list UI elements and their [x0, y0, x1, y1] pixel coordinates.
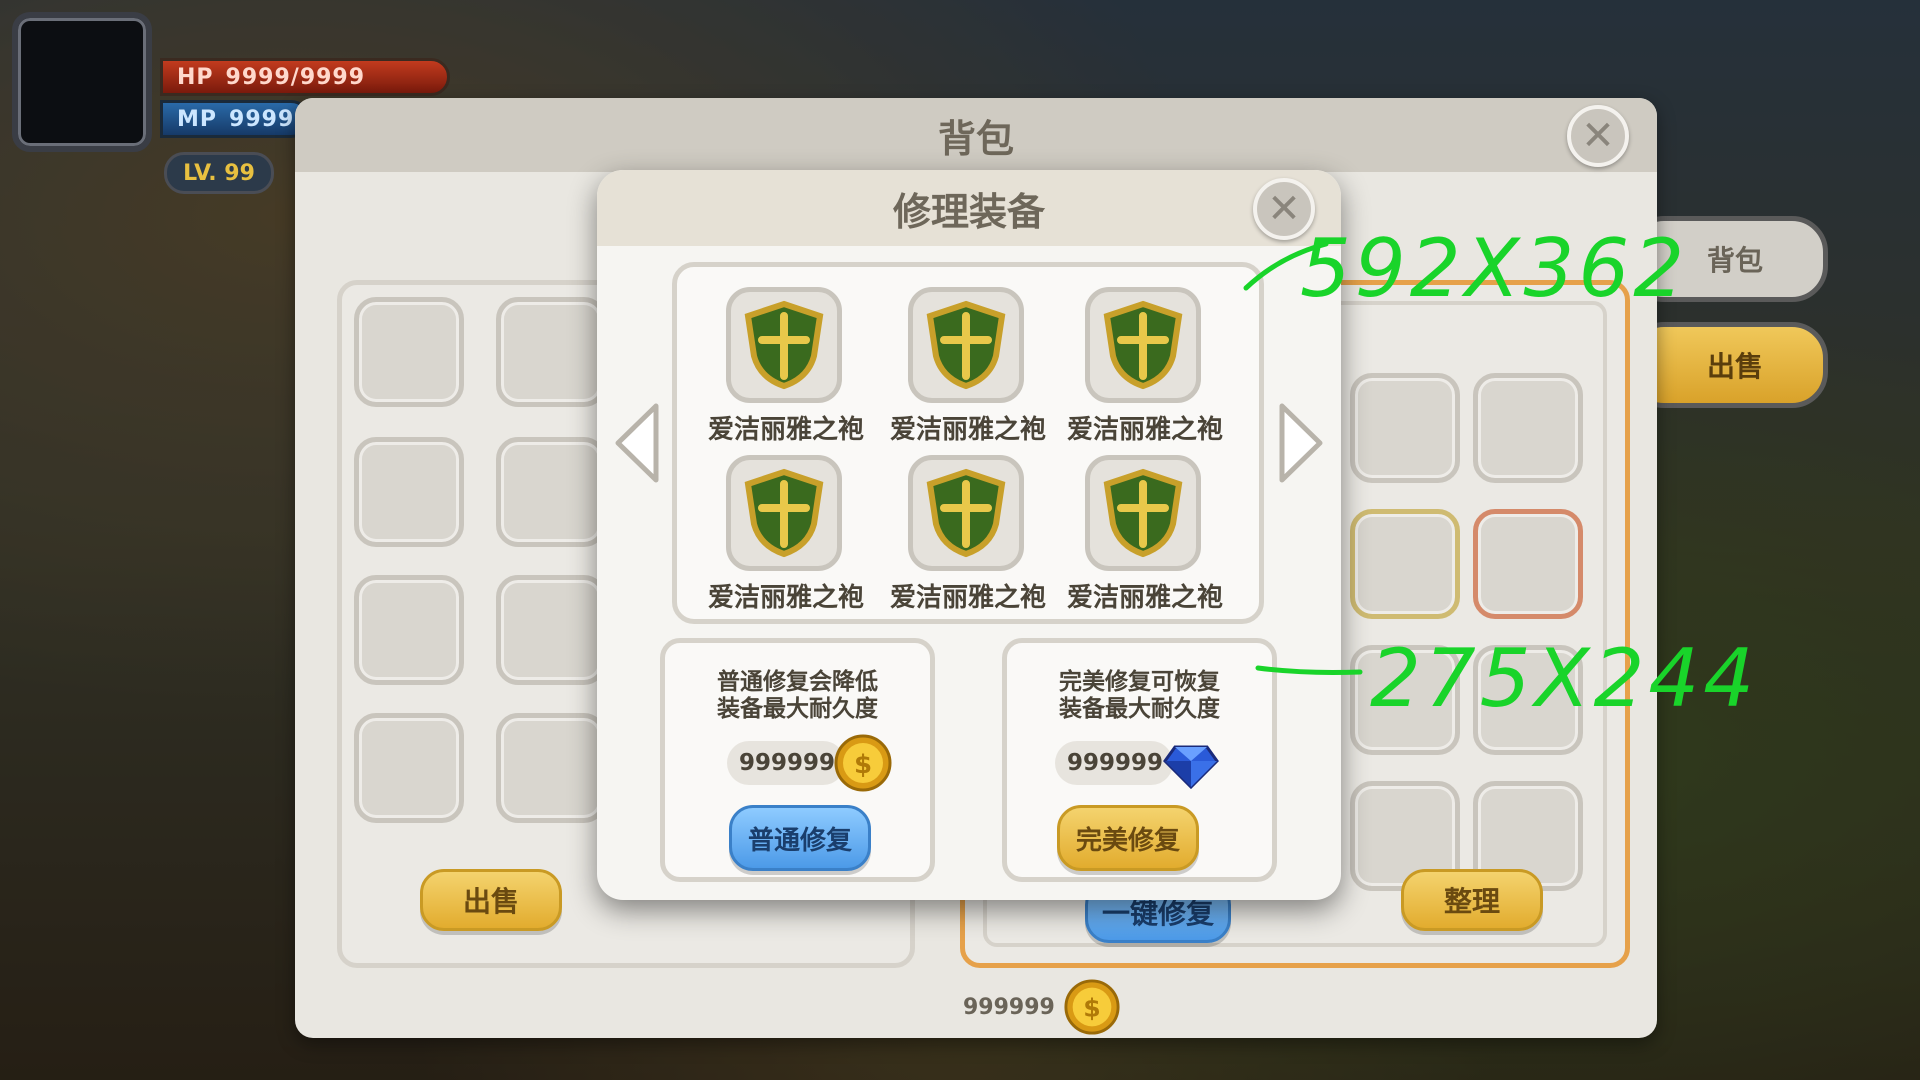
normal-repair-cost: 999999 [727, 741, 845, 785]
normal-repair-desc-line1: 普通修复会降低 [717, 669, 878, 695]
sell-button[interactable]: 出售 [420, 869, 562, 931]
perfect-repair-desc-line2: 装备最大耐久度 [1059, 696, 1220, 722]
inventory-slot[interactable] [496, 713, 606, 823]
inventory-slot[interactable] [1473, 509, 1583, 619]
card-size-annotation: 275X244 [1370, 632, 1759, 725]
backpack-title: 背包 [295, 98, 1657, 172]
perfect-repair-button[interactable]: 完美修复 [1057, 805, 1199, 871]
inventory-slot[interactable] [496, 297, 606, 407]
annotation-stroke-icon [1255, 665, 1363, 675]
inventory-slot[interactable] [496, 575, 606, 685]
next-page-button[interactable] [1271, 395, 1331, 491]
inventory-slot[interactable] [1350, 509, 1460, 619]
equipment-item[interactable]: 爱洁丽雅之袍 [1060, 287, 1230, 447]
equipment-item[interactable]: 爱洁丽雅之袍 [1060, 455, 1230, 615]
equipment-slot [1085, 287, 1201, 403]
level-badge: LV. 99 [164, 152, 274, 194]
equipment-slot [908, 287, 1024, 403]
repair-dialog: 修理装备 ✕ 爱洁丽雅之袍 爱洁丽雅之袍 爱洁丽雅之袍 爱洁丽雅之袍 爱洁丽雅之… [597, 170, 1341, 900]
equipment-slot [908, 455, 1024, 571]
diamond-icon [1163, 745, 1219, 790]
shield-icon [1103, 468, 1183, 558]
mp-bar: MP 9999 [160, 100, 310, 138]
mp-value: 9999 [229, 106, 295, 132]
normal-repair-button[interactable]: 普通修复 [729, 805, 871, 871]
equipment-slot [726, 287, 842, 403]
equipment-name: 爱洁丽雅之袍 [707, 415, 864, 445]
equipment-slot [1085, 455, 1201, 571]
perfect-repair-card: 完美修复可恢复 装备最大耐久度 999999 完美修复 [1002, 638, 1277, 882]
inventory-slot[interactable] [354, 575, 464, 685]
tab-sell[interactable]: 出售 [1628, 322, 1828, 408]
equipment-name: 爱洁丽雅之袍 [707, 583, 864, 613]
shield-icon [1103, 300, 1183, 390]
backpack-coin-amount: 999999 [963, 994, 1055, 1020]
equipment-name: 爱洁丽雅之袍 [889, 415, 1046, 445]
inventory-slot[interactable] [354, 437, 464, 547]
svg-text:$: $ [854, 750, 872, 780]
arrow-left-icon [615, 403, 659, 483]
inventory-slot[interactable] [1350, 373, 1460, 483]
player-portrait[interactable] [12, 12, 152, 152]
equipment-name: 爱洁丽雅之袍 [1066, 583, 1223, 613]
close-icon: ✕ [1581, 113, 1615, 159]
inventory-slot[interactable] [1473, 373, 1583, 483]
backpack-coin-row: 999999 $ [963, 978, 1121, 1036]
shield-icon [926, 468, 1006, 558]
mp-label: MP [177, 106, 218, 132]
arrow-right-icon [1279, 403, 1323, 483]
hp-label: HP [177, 64, 214, 90]
normal-repair-card: 普通修复会降低 装备最大耐久度 999999 $ 普通修复 [660, 638, 935, 882]
coin-icon: $ [834, 734, 892, 792]
shield-icon [744, 468, 824, 558]
equipment-name: 爱洁丽雅之袍 [889, 583, 1046, 613]
perfect-repair-description: 完美修复可恢复 装备最大耐久度 [1007, 669, 1272, 723]
shield-icon [926, 300, 1006, 390]
close-icon: ✕ [1267, 186, 1301, 232]
equipment-slot [726, 455, 842, 571]
equipment-item[interactable]: 爱洁丽雅之袍 [701, 455, 871, 615]
svg-text:$: $ [1083, 994, 1100, 1023]
equipment-name: 爱洁丽雅之袍 [1066, 415, 1223, 445]
repair-dialog-title: 修理装备 [597, 170, 1341, 246]
sort-button[interactable]: 整理 [1401, 869, 1543, 931]
inventory-slot[interactable] [354, 713, 464, 823]
coin-icon: $ [1064, 979, 1120, 1035]
inventory-slot[interactable] [496, 437, 606, 547]
perfect-repair-cost: 999999 [1055, 741, 1173, 785]
equipment-item[interactable]: 爱洁丽雅之袍 [883, 455, 1053, 615]
normal-repair-desc-line2: 装备最大耐久度 [717, 696, 878, 722]
shield-icon [744, 300, 824, 390]
hp-bar: HP 9999/9999 [160, 58, 450, 96]
equipment-item[interactable]: 爱洁丽雅之袍 [701, 287, 871, 447]
inventory-slot[interactable] [354, 297, 464, 407]
perfect-repair-desc-line1: 完美修复可恢复 [1059, 669, 1220, 695]
backpack-close-button[interactable]: ✕ [1567, 105, 1629, 167]
repair-equipment-list: 爱洁丽雅之袍 爱洁丽雅之袍 爱洁丽雅之袍 爱洁丽雅之袍 爱洁丽雅之袍 爱洁丽雅之… [672, 262, 1264, 624]
normal-repair-description: 普通修复会降低 装备最大耐久度 [665, 669, 930, 723]
hp-value: 9999/9999 [225, 64, 366, 90]
prev-page-button[interactable] [607, 395, 667, 491]
equipment-item[interactable]: 爱洁丽雅之袍 [883, 287, 1053, 447]
equipment-size-annotation: 592X362 [1300, 222, 1689, 315]
